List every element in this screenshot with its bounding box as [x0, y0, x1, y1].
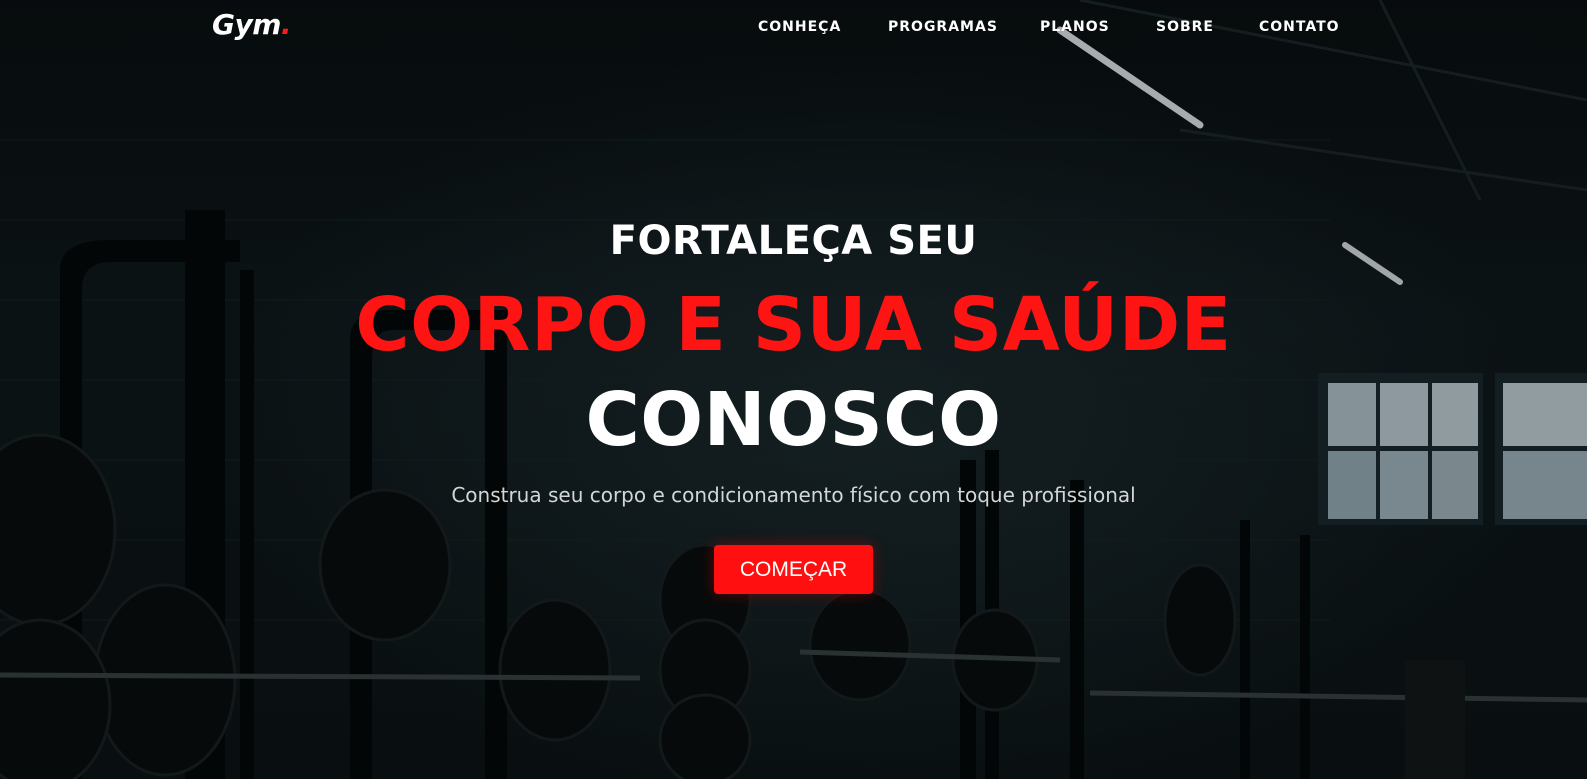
nav-item-programas[interactable]: PROGRAMAS [888, 19, 998, 35]
nav-item-contato[interactable]: CONTATO [1259, 19, 1340, 35]
site-header: Gym. CONHEÇA PROGRAMAS PLANOS SOBRE CONT… [0, 0, 1587, 56]
nav-item-planos[interactable]: PLANOS [1040, 19, 1110, 35]
gym-logo[interactable]: Gym. [212, 8, 292, 41]
hero-section: FORTALEÇA SEU CORPO E SUA SAÚDE CONOSCO … [0, 0, 1587, 779]
hero-headline-accent: CORPO E SUA SAÚDE [355, 282, 1232, 368]
nav-item-conheca[interactable]: CONHEÇA [758, 19, 841, 35]
hero-kicker: FORTALEÇA SEU [609, 218, 978, 264]
logo-dot: . [280, 8, 292, 41]
logo-text: Gym [212, 8, 281, 41]
start-button[interactable]: COMEÇAR [714, 545, 873, 594]
hero-headline-main: CONOSCO [585, 377, 1002, 463]
hero-subtitle: Construa seu corpo e condicionamento fís… [451, 483, 1136, 507]
nav-item-sobre[interactable]: SOBRE [1156, 19, 1214, 35]
